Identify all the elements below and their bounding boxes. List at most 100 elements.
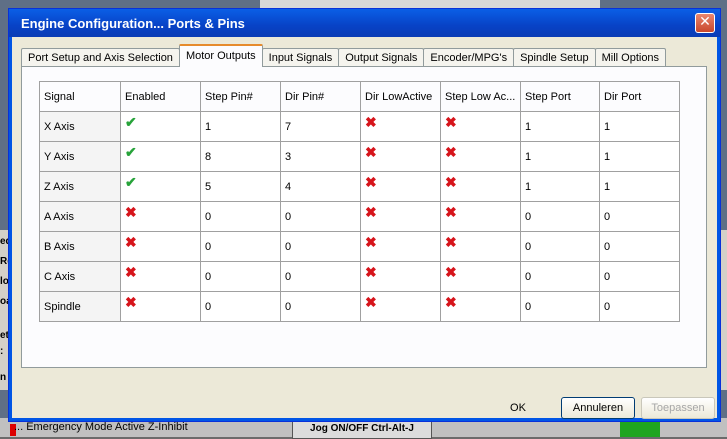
step-port-cell[interactable]: 0 xyxy=(520,231,600,262)
table-body: X Axis ✔ 1 7 ✖ ✖ 1 1 Y Axis ✔ 8 3 ✖ ✖ 1 1 Z Axis ✔ 5 4 ✖ ✖ 1 1 A… xyxy=(39,111,680,322)
cross-icon: ✖ xyxy=(365,173,377,190)
dir-port-cell[interactable]: 0 xyxy=(599,201,680,232)
tab-encoder-mpg[interactable]: Encoder/MPG's xyxy=(423,48,515,67)
step-low-active-cell[interactable]: ✖ xyxy=(440,231,521,262)
cross-icon: ✖ xyxy=(365,143,377,160)
tab-motor-outputs[interactable]: Motor Outputs xyxy=(178,44,263,67)
dir-port-cell[interactable]: 0 xyxy=(599,231,680,262)
step-port-cell[interactable]: 1 xyxy=(520,111,600,142)
dir-port-cell[interactable]: 0 xyxy=(599,261,680,292)
cross-icon: ✖ xyxy=(445,293,457,310)
checkmark-icon: ✔ xyxy=(125,173,137,190)
step-low-active-cell[interactable]: ✖ xyxy=(440,201,521,232)
signal-name-cell[interactable]: X Axis xyxy=(39,111,121,142)
enabled-cell[interactable]: ✖ xyxy=(120,201,201,232)
cross-icon: ✖ xyxy=(125,233,137,250)
ok-button[interactable]: OK xyxy=(481,397,555,419)
dir-pin-cell[interactable]: 0 xyxy=(280,201,361,232)
step-low-active-cell[interactable]: ✖ xyxy=(440,171,521,202)
cross-icon: ✖ xyxy=(125,203,137,220)
table-row: C Axis ✖ 0 0 ✖ ✖ 0 0 xyxy=(39,261,680,292)
column-header[interactable]: Step Pin# xyxy=(200,81,281,112)
signal-name-cell[interactable]: Y Axis xyxy=(39,141,121,172)
column-header[interactable]: Dir Port xyxy=(599,81,680,112)
column-header[interactable]: Step Low Ac... xyxy=(440,81,521,112)
dir-pin-cell[interactable]: 0 xyxy=(280,261,361,292)
step-pin-cell[interactable]: 0 xyxy=(200,291,281,322)
signal-name-cell[interactable]: Spindle xyxy=(39,291,121,322)
tab-input-signals[interactable]: Input Signals xyxy=(261,48,340,67)
step-port-cell[interactable]: 1 xyxy=(520,141,600,172)
step-port-cell[interactable]: 0 xyxy=(520,261,600,292)
step-pin-cell[interactable]: 0 xyxy=(200,231,281,262)
dir-port-cell[interactable]: 0 xyxy=(599,291,680,322)
tab-mill-options[interactable]: Mill Options xyxy=(594,48,667,67)
tab-port-setup[interactable]: Port Setup and Axis Selection xyxy=(21,48,180,67)
cancel-button[interactable]: Annuleren xyxy=(561,397,635,419)
dir-low-active-cell[interactable]: ✖ xyxy=(360,141,441,172)
step-low-active-cell[interactable]: ✖ xyxy=(440,261,521,292)
emergency-status-text: ... Emergency Mode Active Z-Inhibit xyxy=(14,421,188,433)
cross-icon: ✖ xyxy=(365,233,377,250)
step-pin-cell[interactable]: 0 xyxy=(200,201,281,232)
enabled-cell[interactable]: ✖ xyxy=(120,261,201,292)
step-pin-cell[interactable]: 8 xyxy=(200,141,281,172)
step-port-cell[interactable]: 0 xyxy=(520,201,600,232)
status-led xyxy=(620,422,660,437)
dir-low-active-cell[interactable]: ✖ xyxy=(360,291,441,322)
dir-low-active-cell[interactable]: ✖ xyxy=(360,111,441,142)
dir-pin-cell[interactable]: 0 xyxy=(280,291,361,322)
column-header[interactable]: Dir LowActive xyxy=(360,81,441,112)
jog-toggle-button[interactable]: Jog ON/OFF Ctrl-Alt-J xyxy=(292,419,432,439)
close-icon: ✕ xyxy=(699,14,711,30)
dir-low-active-cell[interactable]: ✖ xyxy=(360,231,441,262)
enabled-cell[interactable]: ✔ xyxy=(120,111,201,142)
step-pin-cell[interactable]: 1 xyxy=(200,111,281,142)
step-port-cell[interactable]: 0 xyxy=(520,291,600,322)
step-low-active-cell[interactable]: ✖ xyxy=(440,141,521,172)
dir-pin-cell[interactable]: 4 xyxy=(280,171,361,202)
dir-pin-cell[interactable]: 7 xyxy=(280,111,361,142)
step-low-active-cell[interactable]: ✖ xyxy=(440,111,521,142)
table-header-row: Signal Enabled Step Pin# Dir Pin# Dir Lo… xyxy=(39,81,680,112)
signal-name-cell[interactable]: Z Axis xyxy=(39,171,121,202)
dir-low-active-cell[interactable]: ✖ xyxy=(360,171,441,202)
cross-icon: ✖ xyxy=(125,293,137,310)
dialog-title-bar[interactable]: Engine Configuration... Ports & Pins ✕ xyxy=(9,9,720,37)
table-row: B Axis ✖ 0 0 ✖ ✖ 0 0 xyxy=(39,231,680,262)
dir-pin-cell[interactable]: 3 xyxy=(280,141,361,172)
dir-port-cell[interactable]: 1 xyxy=(599,171,680,202)
table-row: A Axis ✖ 0 0 ✖ ✖ 0 0 xyxy=(39,201,680,232)
step-low-active-cell[interactable]: ✖ xyxy=(440,291,521,322)
step-port-cell[interactable]: 1 xyxy=(520,171,600,202)
table-row: Y Axis ✔ 8 3 ✖ ✖ 1 1 xyxy=(39,141,680,172)
dialog-title: Engine Configuration... Ports & Pins xyxy=(21,16,245,31)
signal-name-cell[interactable]: C Axis xyxy=(39,261,121,292)
cross-icon: ✖ xyxy=(445,173,457,190)
dir-low-active-cell[interactable]: ✖ xyxy=(360,261,441,292)
dir-port-cell[interactable]: 1 xyxy=(599,111,680,142)
column-header[interactable]: Enabled xyxy=(120,81,201,112)
close-button[interactable]: ✕ xyxy=(695,13,715,33)
enabled-cell[interactable]: ✖ xyxy=(120,231,201,262)
column-header[interactable]: Step Port xyxy=(520,81,600,112)
cross-icon: ✖ xyxy=(365,293,377,310)
apply-button[interactable]: Toepassen xyxy=(641,397,715,419)
column-header[interactable]: Dir Pin# xyxy=(280,81,361,112)
enabled-cell[interactable]: ✔ xyxy=(120,141,201,172)
signal-name-cell[interactable]: B Axis xyxy=(39,231,121,262)
dir-low-active-cell[interactable]: ✖ xyxy=(360,201,441,232)
tab-spindle-setup[interactable]: Spindle Setup xyxy=(513,48,596,67)
column-header[interactable]: Signal xyxy=(39,81,121,112)
enabled-cell[interactable]: ✔ xyxy=(120,171,201,202)
signal-name-cell[interactable]: A Axis xyxy=(39,201,121,232)
tab-output-signals[interactable]: Output Signals xyxy=(338,48,425,67)
cross-icon: ✖ xyxy=(445,203,457,220)
cross-icon: ✖ xyxy=(445,143,457,160)
cross-icon: ✖ xyxy=(445,263,457,280)
step-pin-cell[interactable]: 5 xyxy=(200,171,281,202)
dir-port-cell[interactable]: 1 xyxy=(599,141,680,172)
enabled-cell[interactable]: ✖ xyxy=(120,291,201,322)
dir-pin-cell[interactable]: 0 xyxy=(280,231,361,262)
step-pin-cell[interactable]: 0 xyxy=(200,261,281,292)
